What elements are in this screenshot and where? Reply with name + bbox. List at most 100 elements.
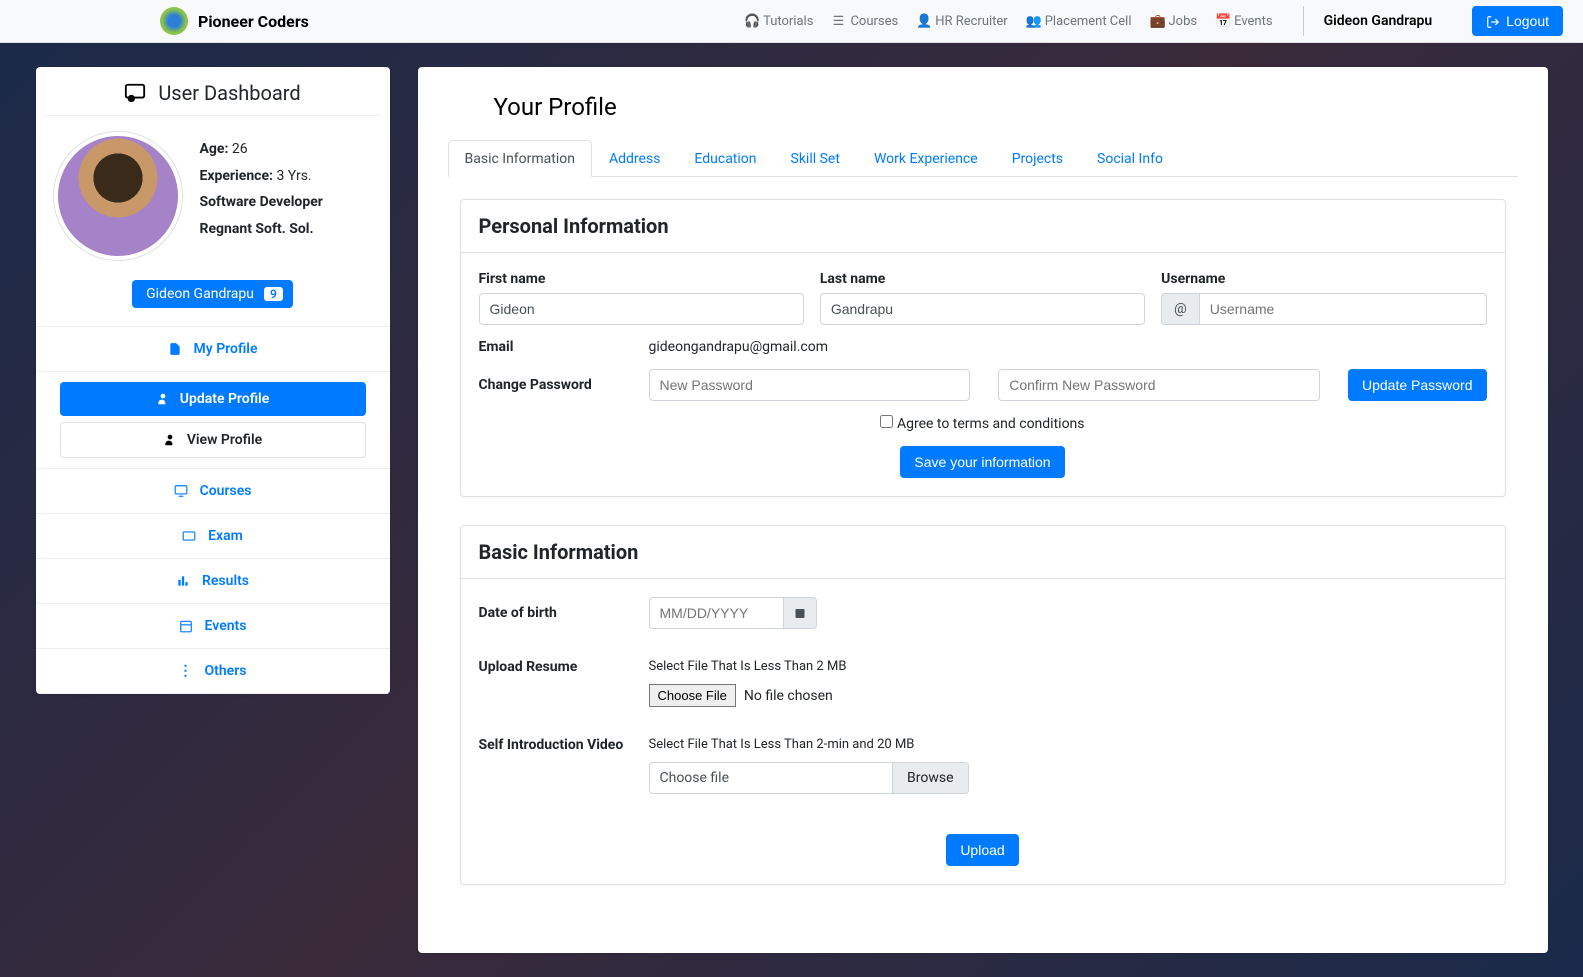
sidebar-update-profile-label: Update Profile [180,391,269,407]
personal-info-card: Personal Information First name Last nam… [460,199,1506,497]
nav-jobs[interactable]: 💼 Jobs [1149,14,1197,29]
sidebar-exam-label: Exam [208,528,243,544]
first-name-input[interactable] [479,293,804,325]
nav-courses[interactable]: ☰ Courses [831,14,898,29]
no-file-chosen-text: No file chosen [744,688,833,704]
sidebar-item-exam[interactable]: Exam [36,514,390,559]
email-value: gideongandrapu@gmail.com [649,339,828,355]
nav-events[interactable]: 📅 Events [1215,14,1272,29]
terms-label: Agree to terms and conditions [897,416,1085,432]
age-value: 26 [232,141,248,157]
upload-button[interactable]: Upload [946,834,1018,866]
last-name-label: Last name [820,271,1145,287]
brand-area[interactable]: Pioneer Coders [160,7,309,35]
list-icon: ☰ [831,14,845,29]
topbar: Pioneer Coders 🎧 Tutorials ☰ Courses 👤 H… [0,0,1583,43]
nav-jobs-label: Jobs [1168,14,1197,29]
logout-button[interactable]: Logout [1472,6,1563,36]
main-content: Your Profile Basic Information Address E… [418,67,1548,953]
badge-count: 9 [264,287,283,301]
user-view-icon [163,432,177,448]
nav-hr-recruiter[interactable]: 👤 HR Recruiter [916,14,1008,29]
sidebar-item-results[interactable]: Results [36,559,390,604]
save-information-button[interactable]: Save your information [900,446,1064,478]
tab-work-experience[interactable]: Work Experience [857,140,995,177]
browse-button[interactable]: Browse [892,763,967,793]
sidebar-view-profile-label: View Profile [187,432,262,448]
terms-checkbox[interactable] [880,415,893,428]
monitor-icon [174,483,188,499]
sidebar-events-label: Events [205,618,247,634]
nav-tutorials[interactable]: 🎧 Tutorials [744,14,813,29]
nav-placement-cell[interactable]: 👥 Placement Cell [1026,14,1132,29]
brand-name: Pioneer Coders [198,12,309,31]
video-file-input[interactable]: Choose file Browse [649,762,969,794]
age-label: Age: [200,141,229,157]
nav-placement-label: Placement Cell [1045,14,1132,29]
dashboard-icon [124,82,146,104]
tab-education[interactable]: Education [677,140,773,177]
username-input[interactable] [1199,293,1487,325]
calendar-picker-icon[interactable] [784,597,817,629]
headset-icon: 🎧 [744,14,758,29]
user-icon: 👤 [916,14,930,29]
topbar-right: Gideon Gandrapu Logout [1303,6,1563,36]
nav-courses-label: Courses [850,14,898,29]
confirm-password-input[interactable] [998,369,1320,401]
company-text: Regnant Soft. Sol. [200,216,323,243]
sidebar-item-events[interactable]: Events [36,604,390,649]
profile-tabs: Basic Information Address Education Skil… [448,139,1518,177]
nav-events-label: Events [1234,14,1272,29]
sidebar-heading: User Dashboard [46,67,380,116]
sidebar-item-update-profile[interactable]: Update Profile [60,382,366,416]
tab-social-info[interactable]: Social Info [1080,140,1180,177]
sidebar-item-others[interactable]: ⋮ Others [36,649,390,694]
nav-hr-label: HR Recruiter [935,14,1008,29]
last-name-input[interactable] [820,293,1145,325]
name-badge-wrap: Gideon Gandrapu 9 [36,270,390,327]
choose-file-label: Choose file [650,763,893,793]
briefcase-icon: 💼 [1149,14,1163,29]
sidebar-item-my-profile[interactable]: My Profile [36,327,390,372]
sidebar-item-view-profile[interactable]: View Profile [60,422,366,458]
dob-input[interactable] [649,597,784,629]
chart-icon [176,573,190,589]
name-badge[interactable]: Gideon Gandrapu 9 [132,280,293,308]
users-icon: 👥 [1026,14,1040,29]
user-edit-icon [156,391,170,407]
exp-value: 3 Yrs. [276,168,311,184]
exp-label: Experience: [200,168,273,184]
sidebar-my-profile-label: My Profile [194,341,258,357]
current-user-name[interactable]: Gideon Gandrapu [1303,6,1453,36]
update-password-button[interactable]: Update Password [1348,369,1487,401]
top-nav: 🎧 Tutorials ☰ Courses 👤 HR Recruiter 👥 P… [744,14,1273,29]
tab-address[interactable]: Address [592,140,677,177]
resume-hint: Select File That Is Less Than 2 MB [649,659,847,674]
change-password-label: Change Password [479,377,649,393]
choose-file-button[interactable]: Choose File [649,684,736,707]
basic-info-heading: Basic Information [461,526,1505,579]
tab-skill-set[interactable]: Skill Set [774,140,857,177]
terms-checkbox-wrap[interactable]: Agree to terms and conditions [880,416,1084,432]
video-label: Self Introduction Video [479,737,649,753]
sidebar-results-label: Results [202,573,249,589]
tab-basic-information[interactable]: Basic Information [448,140,593,177]
sidebar: User Dashboard Age: 26 Experience: 3 Yrs… [36,67,390,694]
tab-projects[interactable]: Projects [995,140,1080,177]
video-hint: Select File That Is Less Than 2-min and … [649,737,915,752]
new-password-input[interactable] [649,369,971,401]
personal-info-heading: Personal Information [461,200,1505,253]
sidebar-profile-subgroup: Update Profile View Profile [36,372,390,469]
calendar-icon: 📅 [1215,14,1229,29]
card-icon [182,528,196,544]
calendar-side-icon [179,618,193,634]
basic-info-card: Basic Information Date of birth Upl [460,525,1506,885]
dots-icon: ⋮ [179,663,193,679]
sidebar-courses-label: Courses [200,483,252,499]
sidebar-item-courses[interactable]: Courses [36,469,390,514]
first-name-label: First name [479,271,804,287]
nav-tutorials-label: Tutorials [763,14,813,29]
profile-summary: Age: 26 Experience: 3 Yrs. Software Deve… [36,116,390,270]
resume-label: Upload Resume [479,659,649,675]
profile-icon [168,341,182,357]
